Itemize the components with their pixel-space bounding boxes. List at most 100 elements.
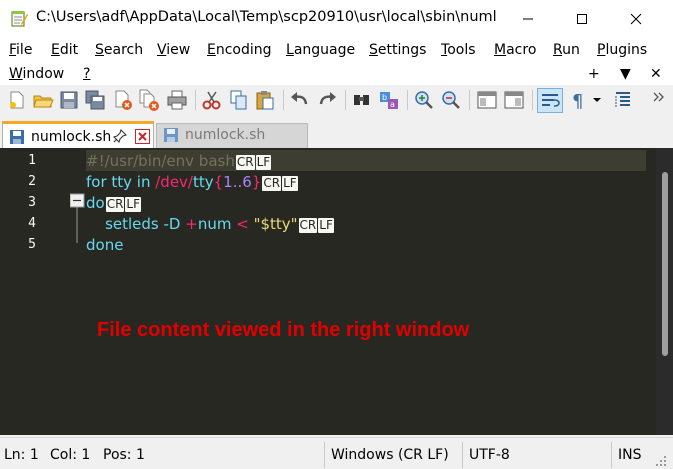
- menu-macro[interactable]: Macro: [494, 42, 536, 58]
- tab-numlock-sh-active[interactable]: numlock.sh: [2, 121, 154, 148]
- close-document-button[interactable]: ✕: [650, 66, 662, 82]
- zoom-in-icon[interactable]: [413, 89, 435, 111]
- svg-text:b: b: [382, 93, 387, 102]
- replace-icon[interactable]: ba: [378, 89, 400, 111]
- fold-markers[interactable]: [70, 148, 86, 435]
- code-line-5: done: [86, 236, 124, 254]
- sync-vertical-scroll-icon[interactable]: [476, 89, 498, 111]
- find-icon[interactable]: [351, 89, 373, 111]
- word-wrap-icon: [542, 94, 560, 107]
- code-line-1: #!/usr/bin/env bash CR LF: [86, 152, 272, 170]
- redo-icon[interactable]: [316, 89, 338, 111]
- line-number: 5: [28, 237, 36, 252]
- save-all-icon[interactable]: [84, 89, 106, 111]
- line-number: 1: [28, 153, 36, 168]
- menu-view[interactable]: View: [157, 42, 190, 58]
- pin-icon[interactable]: [113, 129, 127, 143]
- paste-icon[interactable]: [254, 89, 276, 111]
- tab-list-dropdown[interactable]: ▼: [620, 66, 631, 82]
- eol-cr-marker: CR: [105, 197, 125, 212]
- status-bar: Ln: 1 Col: 1 Pos: 1 Windows (CR LF) UTF-…: [0, 437, 673, 469]
- menu-help[interactable]: ?: [83, 66, 90, 82]
- status-separator: [324, 442, 325, 468]
- menu-language[interactable]: Language: [286, 42, 355, 58]
- close-icon: [630, 13, 642, 24]
- undo-icon[interactable]: [289, 89, 311, 111]
- svg-text:a: a: [390, 100, 395, 109]
- cut-icon[interactable]: [201, 89, 223, 111]
- line-number: 2: [28, 174, 36, 189]
- menu-edit[interactable]: Edit: [51, 42, 78, 58]
- new-file-icon[interactable]: [6, 89, 28, 111]
- toolbar-separator: [345, 90, 346, 110]
- close-button[interactable]: [613, 0, 659, 37]
- maximize-icon: [577, 13, 587, 24]
- resize-grip-icon[interactable]: [654, 454, 668, 468]
- toolbar-separator: [532, 90, 533, 110]
- minimize-button[interactable]: [505, 0, 551, 37]
- menu-bar: File Edit Search View Encoding Language …: [0, 37, 673, 85]
- copy-icon[interactable]: [228, 89, 250, 111]
- status-column: Col: 1: [50, 447, 91, 463]
- code-line-3: do CR LF: [86, 194, 142, 212]
- word-wrap-toggle[interactable]: [537, 88, 563, 113]
- annotation-note: File content viewed in the right window: [97, 319, 470, 341]
- menu-settings[interactable]: Settings: [369, 42, 426, 58]
- window-title: C:\Users\adf\AppData\Local\Temp\scp20910…: [36, 9, 496, 25]
- eol-cr-marker: CR: [235, 155, 255, 170]
- eol-lf-marker: LF: [125, 197, 142, 212]
- status-insert-mode[interactable]: INS: [618, 447, 642, 463]
- scrollbar-thumb[interactable]: [662, 172, 668, 356]
- status-position: Pos: 1: [103, 447, 145, 463]
- close-all-icon[interactable]: [138, 89, 160, 111]
- tab-label: numlock.sh: [185, 127, 266, 143]
- eol-cr-marker: CR: [262, 176, 282, 191]
- vertical-scrollbar[interactable]: [656, 148, 673, 435]
- saved-file-icon: [164, 128, 178, 142]
- eol-lf-marker: LF: [282, 176, 298, 191]
- eol-cr-marker: CR: [298, 218, 318, 233]
- status-eol-format[interactable]: Windows (CR LF): [331, 447, 449, 463]
- chevron-down-icon[interactable]: [590, 89, 604, 111]
- new-tab-button[interactable]: +: [588, 66, 600, 82]
- toolbar-separator: [407, 90, 408, 110]
- more-tools-chevron-icon[interactable]: [652, 89, 666, 111]
- zoom-out-icon[interactable]: [440, 89, 462, 111]
- notepad-icon: [11, 11, 28, 27]
- fold-margin: [70, 148, 86, 435]
- status-separator: [462, 442, 463, 468]
- saved-file-icon: [10, 130, 24, 144]
- maximize-button[interactable]: [559, 0, 605, 37]
- indent-guide-icon[interactable]: [612, 89, 634, 111]
- menu-window[interactable]: Window: [9, 66, 64, 82]
- status-separator: [611, 442, 612, 468]
- code-line-4: setleds -D +num < "$tty" CR LF: [86, 215, 334, 233]
- editor-area[interactable]: 1 2 3 4 5 #!/usr/bin/env bash CR LF for tt…: [0, 148, 673, 435]
- menu-tools[interactable]: Tools: [441, 42, 476, 58]
- eol-lf-marker: LF: [255, 155, 272, 170]
- minimize-icon: [523, 18, 533, 19]
- menu-search[interactable]: Search: [95, 42, 143, 58]
- menu-file[interactable]: File: [9, 42, 32, 58]
- print-icon[interactable]: [166, 89, 188, 111]
- close-file-icon[interactable]: [112, 89, 134, 111]
- eol-lf-marker: LF: [318, 218, 334, 233]
- open-file-icon[interactable]: [32, 89, 54, 111]
- sync-horizontal-scroll-icon[interactable]: [503, 89, 525, 111]
- menu-encoding[interactable]: Encoding: [207, 42, 272, 58]
- tab-label: numlock.sh: [31, 129, 112, 145]
- toolbar: ba ¶: [0, 85, 673, 117]
- save-icon[interactable]: [58, 89, 80, 111]
- tab-numlock-sh-inactive[interactable]: numlock.sh: [156, 123, 308, 148]
- menu-run[interactable]: Run: [553, 42, 580, 58]
- line-number-gutter: 1 2 3 4 5: [0, 148, 70, 435]
- toolbar-separator: [195, 90, 196, 110]
- toolbar-separator: [283, 90, 284, 110]
- code-line-2: for tty in /dev/tty{1..6} CR LF: [86, 173, 298, 191]
- close-tab-icon[interactable]: [135, 129, 150, 144]
- line-number: 3: [28, 195, 36, 210]
- show-all-characters-icon[interactable]: ¶: [568, 89, 590, 111]
- line-number: 4: [28, 216, 36, 231]
- status-encoding[interactable]: UTF-8: [469, 447, 510, 463]
- menu-plugins[interactable]: Plugins: [597, 42, 647, 58]
